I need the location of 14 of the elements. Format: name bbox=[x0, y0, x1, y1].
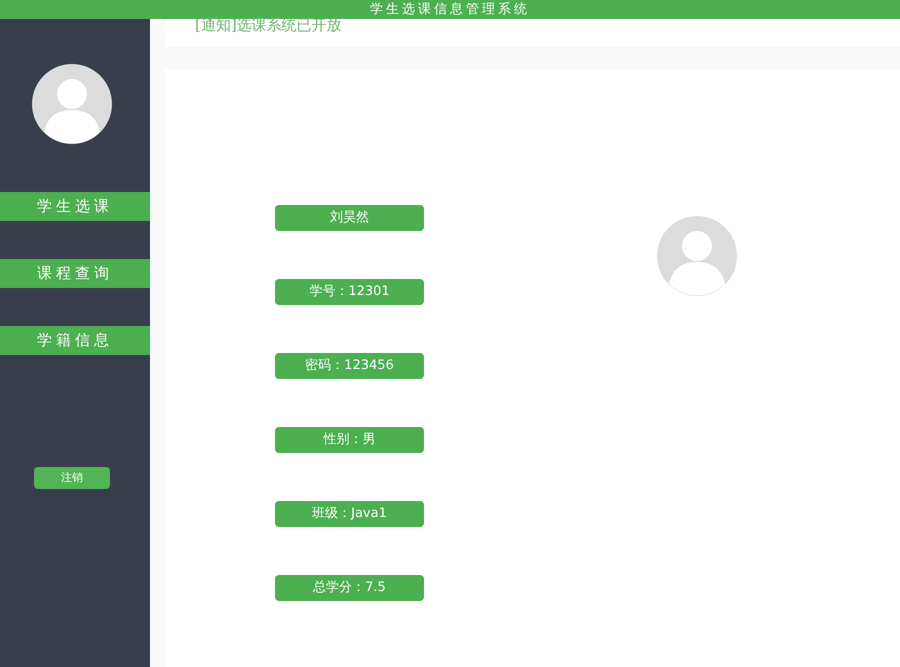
notice-text: [通知]选课系统已开放 bbox=[195, 19, 342, 31]
profile-field: 学号：12301 bbox=[275, 279, 424, 305]
app-title: 学生选课信息管理系统 bbox=[370, 3, 530, 16]
logout-button[interactable]: 注销 bbox=[34, 467, 110, 489]
sidebar-item[interactable]: 学生选课 bbox=[0, 192, 150, 221]
profile-field: 班级：Java1 bbox=[275, 501, 424, 527]
avatar-icon bbox=[657, 216, 737, 296]
sidebar-item[interactable]: 课程查询 bbox=[0, 259, 150, 288]
sidebar-item[interactable]: 学籍信息 bbox=[0, 326, 150, 355]
profile-field: 刘昊然 bbox=[275, 205, 424, 231]
avatar-icon bbox=[32, 64, 112, 144]
profile-field: 总学分：7.5 bbox=[275, 575, 424, 601]
profile-field: 性别：男 bbox=[275, 427, 424, 453]
profile-field: 密码：123456 bbox=[275, 353, 424, 379]
